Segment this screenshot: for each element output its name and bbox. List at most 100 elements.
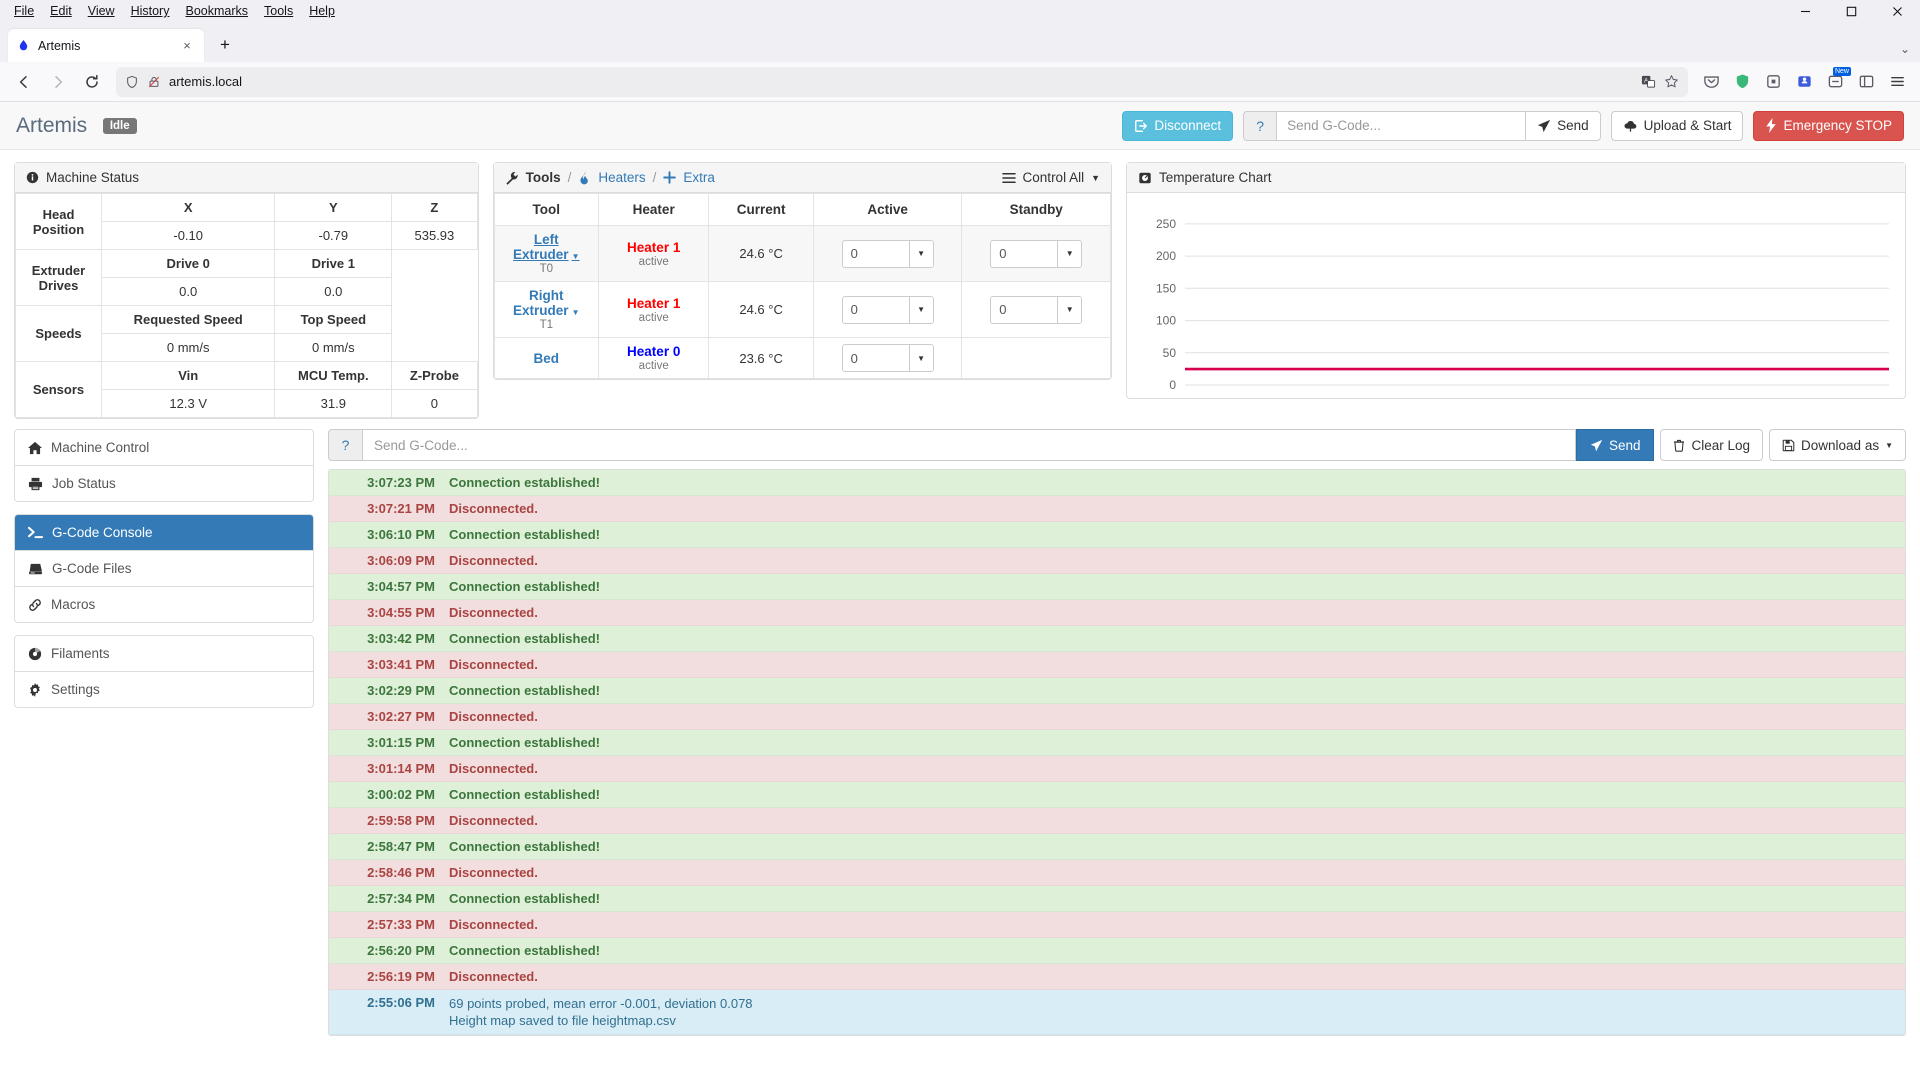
active-temperature-cell[interactable]: 0 ▼ [812,225,963,282]
active-temperature-chevron-down-icon[interactable]: ▼ [908,240,933,267]
standby-temperature-select[interactable]: 0 ▼ [990,295,1083,324]
sidebar-toggle-icon[interactable] [1851,67,1881,97]
forward-icon[interactable] [42,67,74,97]
heater-cell[interactable]: Heater 0 active [597,337,710,379]
browser-navbar: artemis.local A New [0,62,1920,102]
standby-temperature-chevron-down-icon[interactable]: ▼ [1057,240,1082,267]
artemis-favicon-icon [16,39,30,53]
menu-edit[interactable]: Edit [42,2,80,20]
machine-status-column-header: Drive 0 [100,249,276,278]
active-temperature-select[interactable]: 0 ▼ [841,344,934,372]
tool-name-cell[interactable]: Left Extruder ▼ T0 [493,225,599,282]
tools-panel-header: Tools / Heaters / Extra Control All ▼ [493,163,1111,193]
window-close-button[interactable] [1874,0,1920,22]
log-entry-message: Connection established! [449,943,600,958]
sidebar-item-g-code-console[interactable]: G-Code Console [15,515,313,551]
header-gcode-input[interactable]: Send G-Code... [1276,110,1527,141]
heaters-tab[interactable]: Heaters [598,170,645,185]
heater-name[interactable]: Heater 0 [605,344,702,359]
active-temperature-value[interactable]: 0 [843,297,909,323]
sidebar-item-job-status[interactable]: Job Status [15,466,313,501]
console-help-button[interactable]: ? [328,429,362,461]
log-entry-time: 3:04:55 PM [367,605,435,620]
active-temperature-select[interactable]: 0 ▼ [841,295,934,324]
shield-extension-icon[interactable] [1727,67,1757,97]
standby-temperature-chevron-down-icon[interactable]: ▼ [1057,296,1082,323]
tool-name[interactable]: Right Extruder ▼ [501,288,592,318]
menu-help[interactable]: Help [301,2,343,20]
console-log[interactable]: 3:07:23 PM Connection established! 3:07:21… [328,469,1906,1036]
active-temperature-cell[interactable]: 0 ▼ [812,281,963,338]
tool-chevron-down-icon[interactable]: ▼ [572,308,580,317]
browser-tabstrip: Artemis × + ⌄ [0,22,1920,62]
new-tab-button[interactable]: + [210,30,240,60]
sidebar-item-label: G-Code Files [52,561,132,576]
emergency-stop-button[interactable]: Emergency STOP [1753,110,1904,141]
standby-temperature-cell[interactable]: 0 ▼ [961,225,1111,282]
extra-tab[interactable]: Extra [683,170,715,185]
list-all-tabs-icon[interactable]: ⌄ [1900,42,1910,56]
sidebar-item-label: Settings [51,682,100,697]
upload-and-start-button[interactable]: Upload & Start [1610,110,1744,141]
log-entry-time: 2:57:34 PM [367,891,435,906]
heater-cell[interactable]: Heater 1 active [597,281,710,338]
standby-temperature-value[interactable]: 0 [991,297,1057,323]
menu-history[interactable]: History [123,2,178,20]
heater-name[interactable]: Heater 1 [605,296,702,311]
control-all-label[interactable]: Control All [1023,170,1085,185]
active-temperature-chevron-down-icon[interactable]: ▼ [908,296,933,323]
address-bar[interactable]: artemis.local A [116,66,1688,97]
window-maximize-button[interactable] [1828,0,1874,22]
standby-temperature-select[interactable]: 0 ▼ [990,239,1083,268]
clear-log-button[interactable]: Clear Log [1660,429,1764,461]
standby-temperature-cell[interactable]: 0 ▼ [961,281,1111,338]
gcode-help-button[interactable]: ? [1243,110,1278,141]
window-minimize-button[interactable] [1782,0,1828,22]
tool-chevron-down-icon[interactable]: ▼ [572,252,580,261]
account-extension-icon[interactable] [1789,67,1819,97]
extension-puzzle-icon[interactable] [1758,67,1788,97]
menu-bookmarks[interactable]: Bookmarks [177,2,256,20]
console-gcode-input[interactable]: Send G-Code... [362,429,1576,461]
back-icon[interactable] [8,67,40,97]
console-send-button[interactable]: Send [1575,429,1655,461]
browser-tab[interactable]: Artemis × [8,29,204,62]
chevron-down-icon[interactable]: ▼ [1091,173,1100,183]
pocket-icon[interactable] [1696,67,1726,97]
disconnect-button[interactable]: Disconnect [1122,110,1234,141]
active-temperature-chevron-down-icon[interactable]: ▼ [908,345,933,371]
download-as-button[interactable]: Download as ▼ [1769,429,1906,461]
reload-icon[interactable] [76,67,108,97]
sidebar-item-machine-control[interactable]: Machine Control [15,430,313,466]
menu-file[interactable]: File [6,2,42,20]
machine-status-column-header: Z [391,193,478,222]
menu-view[interactable]: View [80,2,123,20]
new-extension-icon[interactable]: New [1820,66,1851,97]
home-icon [28,441,42,455]
sidebar-item-filaments[interactable]: Filaments [15,636,313,672]
header-gcode-group: ? Send G-Code... Send [1243,110,1601,141]
tools-column-header: Standby [961,193,1111,226]
bookmark-star-icon[interactable] [1664,74,1679,89]
tools-tab[interactable]: Tools [526,170,561,185]
close-tab-icon[interactable]: × [178,37,196,55]
tool-name-cell[interactable]: Right Extruder ▼ T1 [493,281,599,338]
sidebar-item-g-code-files[interactable]: G-Code Files [15,551,313,587]
header-send-button[interactable]: Send [1525,110,1601,141]
tool-name[interactable]: Left Extruder ▼ [501,232,592,262]
active-temperature-select[interactable]: 0 ▼ [841,239,934,268]
active-temperature-value[interactable]: 0 [843,345,909,371]
standby-temperature-value[interactable]: 0 [991,241,1057,267]
tool-name-cell[interactable]: Bed [493,337,599,379]
sidebar-item-macros[interactable]: Macros [15,587,313,622]
temperature-chart-body[interactable]: 0 50 100 150 200 250 [1127,193,1905,398]
menu-tools[interactable]: Tools [256,2,301,20]
heater-name[interactable]: Heater 1 [605,240,702,255]
translate-icon[interactable]: A [1641,74,1656,89]
active-temperature-value[interactable]: 0 [843,241,909,267]
tool-name[interactable]: Bed [501,351,592,366]
active-temperature-cell[interactable]: 0 ▼ [812,337,963,379]
heater-cell[interactable]: Heater 1 active [597,225,710,282]
sidebar-item-settings[interactable]: Settings [15,672,313,707]
app-menu-icon[interactable] [1882,67,1912,97]
